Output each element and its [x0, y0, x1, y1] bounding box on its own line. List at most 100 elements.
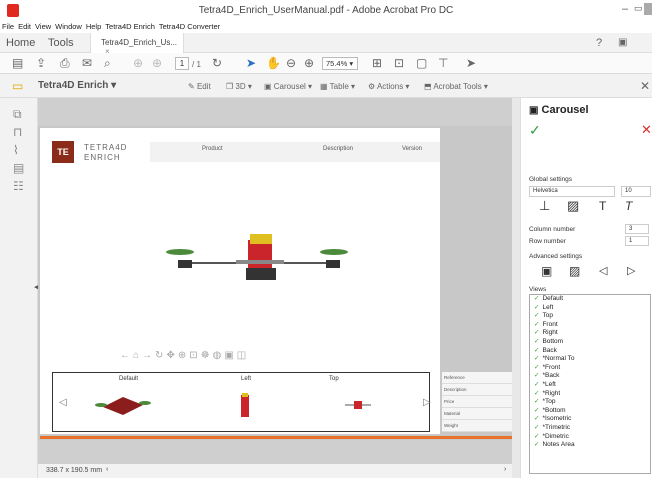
rotate-3d-icon[interactable]: ↻	[155, 350, 166, 361]
thumbnail-frame-icon[interactable]: ▨	[569, 264, 580, 278]
carousel-view-default[interactable]: Default	[119, 376, 138, 382]
threed-button[interactable]: ❒ 3D ▾	[226, 82, 252, 91]
text-style-icon[interactable]: T	[599, 199, 606, 213]
scroll-right-icon[interactable]: ›	[504, 466, 506, 473]
view-item[interactable]: ✓ Right	[530, 329, 650, 338]
zoom-3d-icon[interactable]: ⊕	[178, 350, 189, 361]
close-panel-icon[interactable]: ✕	[640, 80, 650, 92]
column-number-input[interactable]: 3	[625, 224, 649, 234]
zoom-out-icon[interactable]: ⊖	[286, 57, 296, 69]
carousel-button[interactable]: ▣ Carousel ▾	[264, 82, 312, 91]
check-icon[interactable]: ✓	[534, 381, 539, 388]
home-view-icon[interactable]: ⌂	[133, 350, 142, 361]
view-item[interactable]: ✓ Bottom	[530, 338, 650, 347]
check-icon[interactable]: ✓	[534, 312, 539, 319]
carousel-view-left[interactable]: Left	[241, 376, 251, 382]
tab-home[interactable]: Home	[6, 37, 35, 49]
fit-page-icon[interactable]: ⊞	[372, 57, 382, 69]
enrich-menu[interactable]: Tetra4D Enrich ▾	[38, 80, 116, 91]
help-icon[interactable]: ?	[596, 37, 602, 49]
edit-button[interactable]: ✎ Edit	[188, 82, 211, 91]
check-icon[interactable]: ✓	[534, 295, 539, 302]
tab-document[interactable]: Tetra4D_Enrich_Us... ×	[90, 33, 184, 56]
carousel-view-top[interactable]: Top	[329, 376, 339, 382]
account-icon[interactable]: ▣	[618, 37, 627, 49]
view-item[interactable]: ✓ *Normal To	[530, 355, 650, 364]
check-icon[interactable]: ✓	[534, 424, 539, 431]
view-item[interactable]: ✓ *Dimetric	[530, 433, 650, 442]
view-item[interactable]: ✓ Notes Area	[530, 441, 650, 450]
model-tree-icon[interactable]: ☷	[13, 180, 24, 192]
view-item[interactable]: ✓ *Trimetric	[530, 424, 650, 433]
view-item[interactable]: ✓ *Isometric	[530, 415, 650, 424]
view-item[interactable]: ✓ Front	[530, 321, 650, 330]
view-item[interactable]: ✓ *Back	[530, 372, 650, 381]
save-icon[interactable]: ▤	[12, 57, 23, 69]
check-icon[interactable]: ✓	[534, 398, 539, 405]
nav-right-icon[interactable]: →	[142, 350, 155, 361]
print-icon[interactable]: ⎙	[60, 57, 70, 69]
render-mode-icon[interactable]: ◍	[213, 350, 225, 361]
check-icon[interactable]: ✓	[534, 347, 539, 354]
font-select[interactable]: Helvetica	[529, 186, 615, 197]
menu-file[interactable]: File	[2, 22, 14, 31]
pan-icon[interactable]: ✥	[166, 350, 177, 361]
section-icon[interactable]: ◫	[237, 350, 249, 361]
row-number-input[interactable]: 1	[625, 236, 649, 246]
scroll-left-icon[interactable]: ‹	[106, 466, 108, 473]
menu-help[interactable]: Help	[86, 22, 101, 31]
check-icon[interactable]: ✓	[534, 415, 539, 422]
view-item[interactable]: ✓ *Front	[530, 364, 650, 373]
menu-tetra4d-converter[interactable]: Tetra4D Converter	[159, 22, 220, 31]
full-screen-icon[interactable]: ▢	[416, 57, 427, 69]
view-item[interactable]: ✓ *Bottom	[530, 407, 650, 416]
folder-icon[interactable]: ▭	[12, 80, 23, 92]
prev-arrow-style-icon[interactable]: ◁	[599, 264, 607, 277]
attachment-icon[interactable]: ⌇	[13, 144, 19, 156]
check-icon[interactable]: ✓	[534, 304, 539, 311]
tool-icon[interactable]: ⊤	[438, 57, 448, 69]
check-icon[interactable]: ✓	[534, 407, 539, 414]
maximize-icon[interactable]: ▭	[634, 3, 643, 14]
italic-text-icon[interactable]: T	[625, 199, 632, 213]
cursor-icon[interactable]: ➤	[466, 57, 476, 69]
carousel-prev-icon[interactable]: ◁	[59, 397, 67, 408]
upload-icon[interactable]: ⇪	[36, 57, 46, 69]
view-item[interactable]: ✓ Back	[530, 347, 650, 356]
view-item[interactable]: ✓ Default	[530, 295, 650, 304]
hand-tool-icon[interactable]: ✋	[266, 57, 281, 69]
previous-page-icon[interactable]: ⊕	[133, 57, 143, 69]
cube-icon[interactable]: ▣	[224, 350, 236, 361]
3d-viewport[interactable]	[40, 168, 440, 368]
confirm-icon[interactable]: ✓	[529, 122, 541, 139]
check-icon[interactable]: ✓	[534, 390, 539, 397]
check-icon[interactable]: ✓	[534, 433, 539, 440]
views-icon[interactable]: ☸	[201, 350, 213, 361]
view-item[interactable]: ✓ *Right	[530, 390, 650, 399]
view-item[interactable]: ✓ Top	[530, 312, 650, 321]
email-icon[interactable]: ✉	[82, 57, 92, 69]
cancel-icon[interactable]: ✕	[641, 122, 652, 138]
carousel-strip[interactable]: Default Left Top ◁ ▷	[52, 372, 431, 432]
carousel-next-icon[interactable]: ▷	[423, 397, 431, 408]
menu-edit[interactable]: Edit	[18, 22, 31, 31]
check-icon[interactable]: ✓	[534, 321, 539, 328]
view-item[interactable]: ✓ *Top	[530, 398, 650, 407]
pages-icon[interactable]: ⧉	[13, 108, 22, 120]
check-icon[interactable]: ✓	[534, 441, 539, 448]
view-item[interactable]: ✓ Left	[530, 304, 650, 313]
thumbnail-style-icon[interactable]: ▣	[541, 264, 552, 278]
tab-tools[interactable]: Tools	[48, 37, 74, 49]
vertical-scrollbar[interactable]	[512, 98, 520, 478]
check-icon[interactable]: ✓	[534, 372, 539, 379]
menu-view[interactable]: View	[35, 22, 51, 31]
acrobat-tools-button[interactable]: ⬒ Acrobat Tools ▾	[424, 82, 488, 91]
check-icon[interactable]: ✓	[534, 355, 539, 362]
page-number-input[interactable]: 1	[175, 57, 189, 70]
bookmark-icon[interactable]: ⊓	[13, 126, 22, 138]
close-window-button[interactable]	[644, 3, 652, 15]
rotate-icon[interactable]: ↻	[212, 57, 222, 69]
table-button[interactable]: ▦ Table ▾	[320, 82, 355, 91]
minimize-icon[interactable]: –	[622, 3, 628, 15]
zoom-select[interactable]: 75.4% ▾	[322, 57, 358, 70]
